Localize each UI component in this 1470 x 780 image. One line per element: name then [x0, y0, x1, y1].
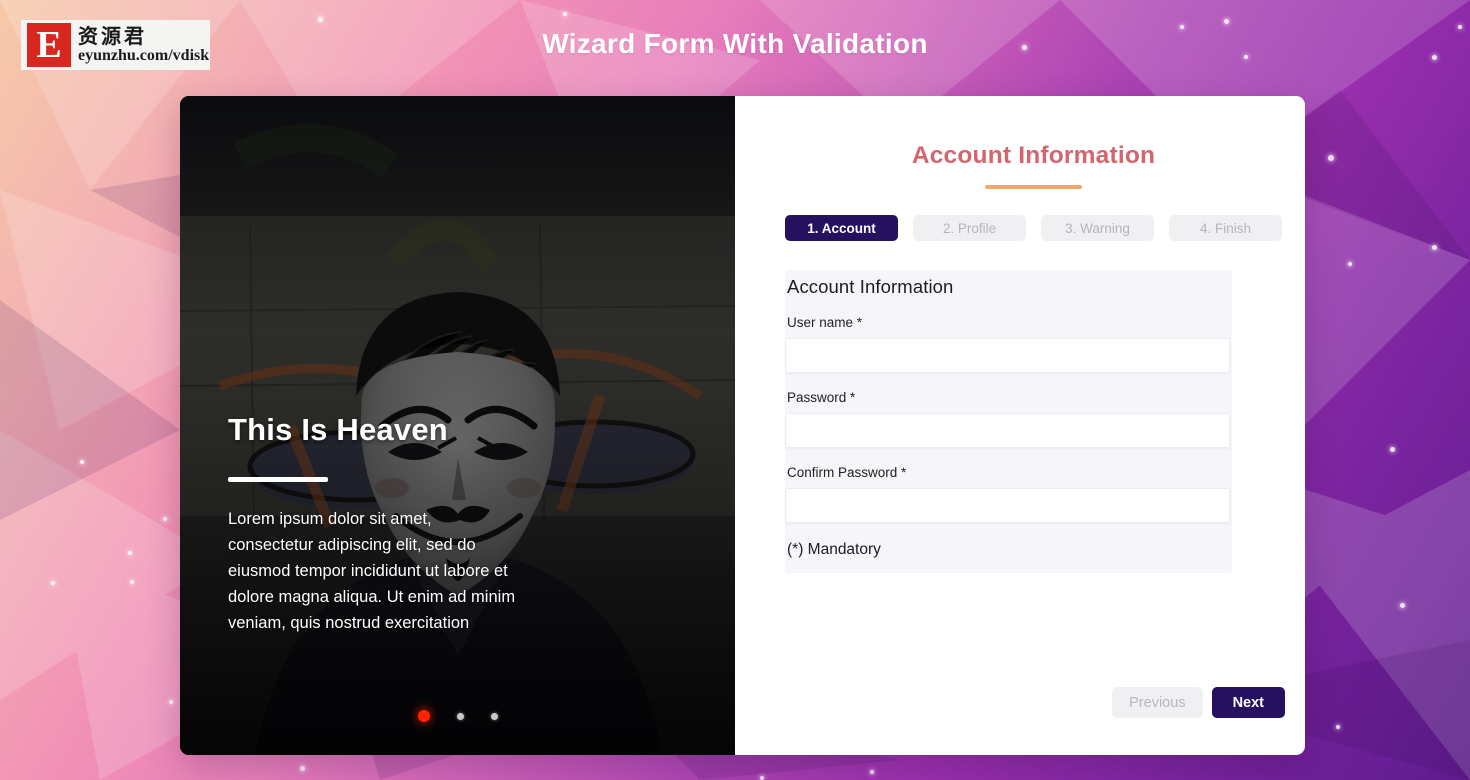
- star-dot: [1328, 155, 1334, 161]
- form-section-title: Account Information: [787, 276, 954, 297]
- field-username: User name *: [785, 315, 1232, 373]
- username-input[interactable]: [785, 338, 1230, 373]
- wizard-title-rule: [985, 185, 1082, 189]
- carousel-dot-2[interactable]: [456, 712, 464, 720]
- logo-cn-text: 资源君: [78, 24, 147, 48]
- star-dot: [870, 770, 874, 774]
- confirm-password-label: Confirm Password *: [787, 465, 907, 480]
- star-dot: [563, 12, 567, 16]
- star-dot: [760, 776, 764, 780]
- confirm-password-input[interactable]: [785, 488, 1230, 523]
- star-dot: [300, 766, 305, 771]
- tab-warning[interactable]: 3. Warning: [1041, 215, 1154, 241]
- wizard-card: This Is Heaven Lorem ipsum dolor sit ame…: [180, 96, 1305, 755]
- slide-media-panel: This Is Heaven Lorem ipsum dolor sit ame…: [180, 96, 735, 755]
- watermark-logo: E 资源君 eyunzhu.com/vdisk: [21, 20, 210, 70]
- star-dot: [51, 581, 55, 585]
- carousel-dots: [180, 710, 735, 722]
- logo-url-text: eyunzhu.com/vdisk: [78, 47, 210, 64]
- star-dot: [318, 17, 323, 22]
- tab-finish[interactable]: 4. Finish: [1169, 215, 1282, 241]
- star-dot: [1336, 725, 1340, 729]
- star-dot: [169, 700, 173, 704]
- star-dot: [130, 580, 134, 584]
- previous-button[interactable]: Previous: [1112, 687, 1203, 718]
- field-confirm-password: Confirm Password *: [785, 465, 1232, 523]
- star-dot: [1390, 447, 1395, 452]
- next-button[interactable]: Next: [1211, 687, 1285, 718]
- wizard-form-panel: Account Information 1. Account 2. Profil…: [735, 96, 1305, 755]
- password-input[interactable]: [785, 413, 1230, 448]
- wizard-title: Account Information: [911, 142, 1156, 169]
- tab-profile[interactable]: 2. Profile: [913, 215, 1026, 241]
- slide-caption: This Is Heaven Lorem ipsum dolor sit ame…: [228, 412, 695, 636]
- carousel-dot-3[interactable]: [490, 712, 498, 720]
- slide-heading: This Is Heaven: [228, 412, 448, 447]
- star-dot: [1400, 603, 1405, 608]
- password-label: Password *: [787, 390, 856, 405]
- wizard-steps: 1. Account 2. Profile 3. Warning 4. Fini…: [785, 215, 1282, 241]
- star-dot: [163, 517, 167, 521]
- star-dot: [1348, 262, 1352, 266]
- page-title: Wizard Form With Validation: [542, 28, 928, 59]
- star-dot: [1224, 19, 1229, 24]
- star-dot: [128, 551, 132, 555]
- wizard-actions: Previous Next: [1112, 687, 1285, 718]
- tab-account[interactable]: 1. Account: [785, 215, 898, 241]
- logo-text-block: 资源君 eyunzhu.com/vdisk: [78, 25, 209, 65]
- star-dot: [80, 460, 84, 464]
- logo-e-letter: E: [36, 24, 62, 66]
- username-label: User name *: [787, 315, 863, 330]
- slide-body-text: Lorem ipsum dolor sit amet, consectetur …: [228, 510, 516, 632]
- field-password: Password *: [785, 390, 1232, 448]
- carousel-dot-1[interactable]: [417, 710, 430, 722]
- star-dot: [1432, 245, 1437, 250]
- mandatory-note: (*) Mandatory: [787, 541, 881, 558]
- slide-heading-rule: [228, 477, 328, 482]
- logo-e-icon: E: [27, 23, 71, 67]
- account-form: Account Information User name * Password…: [785, 270, 1232, 573]
